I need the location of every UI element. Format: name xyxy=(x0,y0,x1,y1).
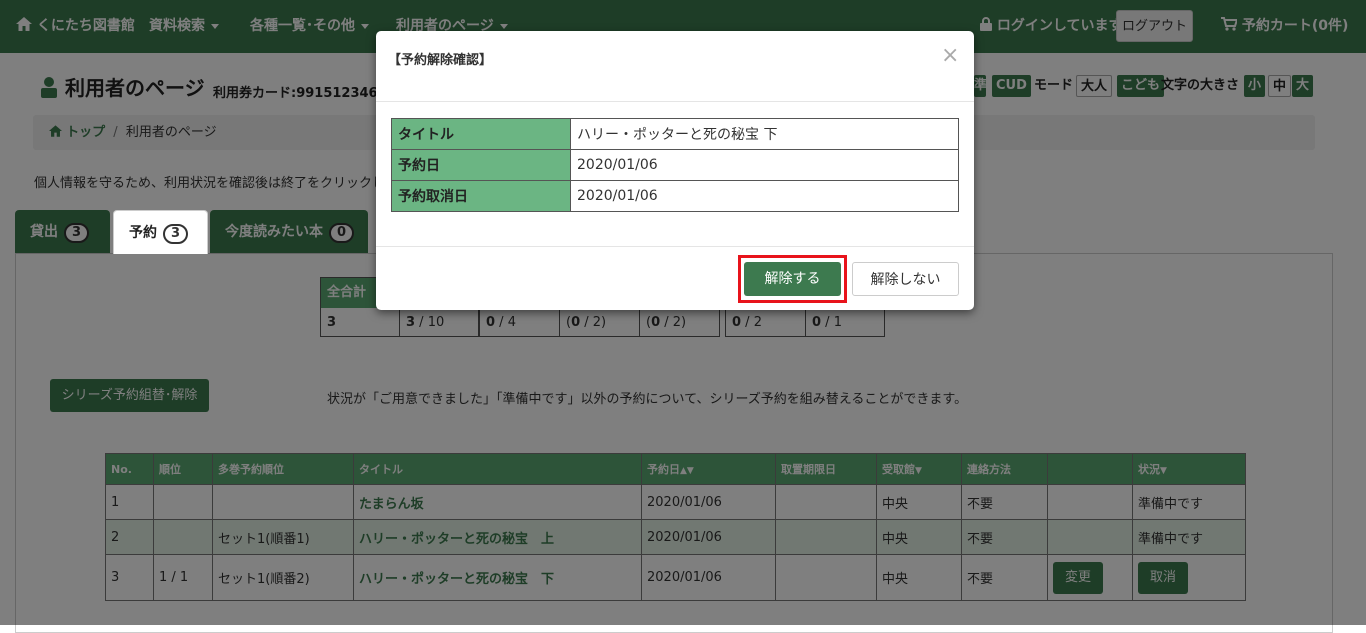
confirm-highlight-frame: 解除する xyxy=(738,255,847,303)
info-row: タイトル ハリー・ポッターと死の秘宝 下 xyxy=(391,118,959,150)
tab-reservations-label: 予約 xyxy=(129,225,157,241)
info-row: 予約日 2020/01/06 xyxy=(391,149,959,181)
dialog-divider xyxy=(376,101,974,102)
close-icon[interactable]: × xyxy=(941,43,959,68)
confirm-cancel-button[interactable]: 解除する xyxy=(744,262,841,296)
info-label: タイトル xyxy=(391,118,571,150)
info-label: 予約取消日 xyxy=(391,180,571,212)
dialog-info-table: タイトル ハリー・ポッターと死の秘宝 下 予約日 2020/01/06 予約取消… xyxy=(391,118,959,212)
info-value: 2020/01/06 xyxy=(570,149,959,181)
info-value: 2020/01/06 xyxy=(570,180,959,212)
info-row: 予約取消日 2020/01/06 xyxy=(391,180,959,212)
dialog-title: 【予約解除確認】 xyxy=(388,53,493,68)
info-label: 予約日 xyxy=(391,149,571,181)
cancel-confirm-dialog: 【予約解除確認】 × タイトル ハリー・ポッターと死の秘宝 下 予約日 2020… xyxy=(376,31,974,310)
decline-cancel-button[interactable]: 解除しない xyxy=(852,262,959,296)
info-value: ハリー・ポッターと死の秘宝 下 xyxy=(570,118,959,150)
tab-reservations-count: 3 xyxy=(163,224,189,244)
tab-reservations[interactable]: 予約 3 xyxy=(113,210,208,254)
dialog-divider xyxy=(376,246,974,247)
